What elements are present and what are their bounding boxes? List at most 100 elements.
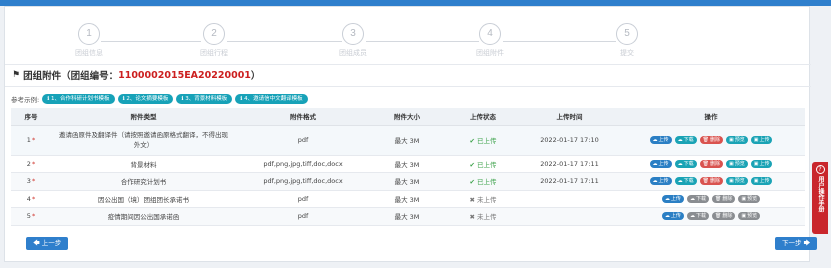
upload-button[interactable]: ☁ 上传 [661, 212, 684, 221]
download-button[interactable]: ☁ 下载 [674, 177, 697, 186]
cross-icon: ✖ [469, 195, 477, 204]
step-number: 1 [78, 23, 100, 45]
step-label: 团组行程 [200, 49, 228, 57]
attachment-type: 疫情期间因公出国承诺函 [51, 207, 236, 226]
page: 1 团组信息 2 团组行程 3 团组成员 4 团组附件 5 提交 ⚑ 团组附件（… [0, 0, 831, 268]
prev-step-button[interactable]: 🡄 上一步 [26, 237, 69, 250]
attachment-format: pdf [236, 207, 370, 226]
delete-button[interactable]: 🗑 删除 [711, 212, 736, 221]
delete-button[interactable]: 🗑 删除 [699, 136, 723, 144]
attachments-table: 序号 附件类型 附件格式 附件大小 上传状态 上传时间 操作 1* 邀请函原件及… [11, 108, 805, 226]
upload-button[interactable]: ☁ 上传 [649, 159, 672, 168]
table-row: 1* 邀请函原件及翻译件（请按照邀请函原格式翻译，不得出现外文） pdf 最大 … [11, 125, 805, 156]
reupload-button[interactable]: ▣ 上传 [750, 159, 773, 168]
row-number: 4* [11, 190, 51, 208]
preview-button[interactable]: ▣ 预览 [725, 136, 748, 144]
image-icon: ▣ [753, 160, 759, 167]
actions-cell: ☁ 上传 ☁ 下载 🗑 删除 ▣ 预览 ▣ 上传 [617, 172, 805, 191]
upload-time: 2022-01-17 17:11 [522, 155, 617, 173]
attachment-format: pdf,png,jpg,tiff,doc,docx [236, 172, 370, 191]
step-1[interactable]: 1 团组信息 [59, 23, 119, 58]
upload-button[interactable]: ☁ 上传 [661, 194, 684, 203]
preview-button[interactable]: ▣ 预览 [738, 212, 761, 221]
trash-icon: 🗑 [714, 195, 722, 202]
trash-icon: 🗑 [702, 160, 709, 167]
attachment-type: 因公出国（境）团组团长承诺书 [51, 190, 236, 208]
attachment-format: pdf [236, 190, 370, 208]
attachment-type: 邀请函原件及翻译件（请按照邀请函原格式翻译，不得出现外文） [51, 125, 236, 156]
upload-button[interactable]: ☁ 上传 [649, 177, 672, 186]
attachment-size: 最大 3M [370, 155, 444, 173]
actions-cell: ☁ 上传 ☁ 下载 🗑 删除 ▣ 预览 ▣ 上传 [617, 155, 805, 173]
step-label: 团组信息 [75, 49, 103, 57]
upload-time [522, 190, 617, 208]
attachment-size: 最大 3M [370, 125, 444, 156]
preview-button[interactable]: ▣ 预览 [725, 159, 748, 168]
attachment-type: 合作研究计划书 [51, 172, 236, 191]
step-progress: 1 团组信息 2 团组行程 3 团组成员 4 团组附件 5 提交 [5, 15, 811, 61]
cloud-download-icon: ☁ [689, 213, 695, 220]
check-icon: ✔ [469, 137, 477, 145]
col-header: 序号 [11, 108, 51, 126]
image-icon: ▣ [753, 137, 759, 143]
next-step-button[interactable]: 下一步 🡆 [775, 237, 818, 250]
section-title: ⚑ 团组附件（团组编号： 1100002015EA20220001 ） [12, 68, 260, 83]
preview-button[interactable]: ▣ 预览 [725, 177, 748, 186]
delete-button[interactable]: 🗑 删除 [711, 194, 736, 203]
actions-cell: ☁ 上传 ☁ 下载 🗑 删除 ▣ 预览 ▣ 上传 [617, 125, 805, 156]
reupload-button[interactable]: ▣ 上传 [750, 177, 773, 186]
reference-examples: 参考示例: ℹ 1、合作科研计划书模板 ℹ 2、论文摘要模板 ℹ 3、背景材料模… [11, 93, 311, 104]
group-number: 1100002015EA20220001 [118, 69, 251, 81]
step-label: 提交 [620, 49, 634, 57]
attachment-type: 背景材料 [51, 155, 236, 173]
trash-icon: 🗑 [702, 178, 709, 185]
download-button[interactable]: ☁ 下载 [686, 212, 709, 221]
cloud-upload-icon: ☁ [664, 213, 670, 220]
download-button[interactable]: ☁ 下载 [686, 194, 709, 203]
template-link-4[interactable]: ℹ 4、邀请信中文翻译模板 [235, 93, 308, 104]
download-button[interactable]: ☁ 下载 [674, 159, 697, 168]
upload-button[interactable]: ☁ 上传 [649, 136, 672, 144]
upload-status: ✔ 已上传 [444, 172, 522, 191]
row-number: 2* [11, 155, 51, 173]
template-link-1[interactable]: ℹ 1、合作科研计划书模板 [42, 93, 115, 104]
step-3[interactable]: 3 团组成员 [323, 23, 383, 58]
actions-cell: ☁ 上传 ☁ 下载 🗑 删除 ▣ 预览 [617, 207, 805, 226]
table-row: 2* 背景材料 pdf,png,jpg,tiff,doc,docx 最大 3M … [11, 155, 805, 173]
cloud-upload-icon: ☁ [652, 160, 658, 167]
attachment-format: pdf [236, 125, 370, 156]
trash-icon: 🗑 [702, 137, 709, 143]
cloud-download-icon: ☁ [677, 137, 683, 143]
step-5[interactable]: 5 提交 [597, 23, 657, 58]
cloud-download-icon: ☁ [689, 195, 695, 202]
template-link-2[interactable]: ℹ 2、论文摘要模板 [117, 93, 174, 104]
arrow-right-icon: 🡆 [801, 239, 811, 247]
arrow-left-icon: 🡄 [33, 239, 42, 247]
reupload-button[interactable]: ▣ 上传 [750, 136, 773, 144]
step-4[interactable]: 4 团组附件 [460, 23, 520, 58]
image-icon: ▣ [741, 213, 747, 220]
user-manual-label: 用户操作手册 [817, 176, 824, 212]
table-row: 3* 合作研究计划书 pdf,png,jpg,tiff,doc,docx 最大 … [11, 172, 805, 191]
delete-button[interactable]: 🗑 删除 [699, 177, 723, 186]
col-header: 附件类型 [51, 108, 236, 126]
step-number: 3 [342, 23, 364, 45]
template-link-3[interactable]: ℹ 3、背景材料模板 [176, 93, 233, 104]
cloud-upload-icon: ☁ [652, 178, 658, 185]
col-header: 上传状态 [444, 108, 522, 126]
image-icon: ▣ [728, 137, 734, 143]
check-icon: ✔ [469, 160, 477, 169]
step-number: 5 [616, 23, 638, 45]
col-header: 操作 [617, 108, 805, 126]
step-label: 团组成员 [339, 49, 367, 57]
step-2[interactable]: 2 团组行程 [184, 23, 244, 58]
upload-status: ✔ 已上传 [444, 155, 522, 173]
flag-icon: ⚑ [12, 70, 21, 80]
upload-time [522, 207, 617, 226]
preview-button[interactable]: ▣ 预览 [738, 194, 761, 203]
upload-status: ✔ 已上传 [444, 125, 522, 156]
delete-button[interactable]: 🗑 删除 [699, 159, 723, 168]
user-manual-tab[interactable]: ? 用户操作手册 [812, 162, 828, 234]
download-button[interactable]: ☁ 下载 [674, 136, 697, 144]
attachment-size: 最大 3M [370, 172, 444, 191]
